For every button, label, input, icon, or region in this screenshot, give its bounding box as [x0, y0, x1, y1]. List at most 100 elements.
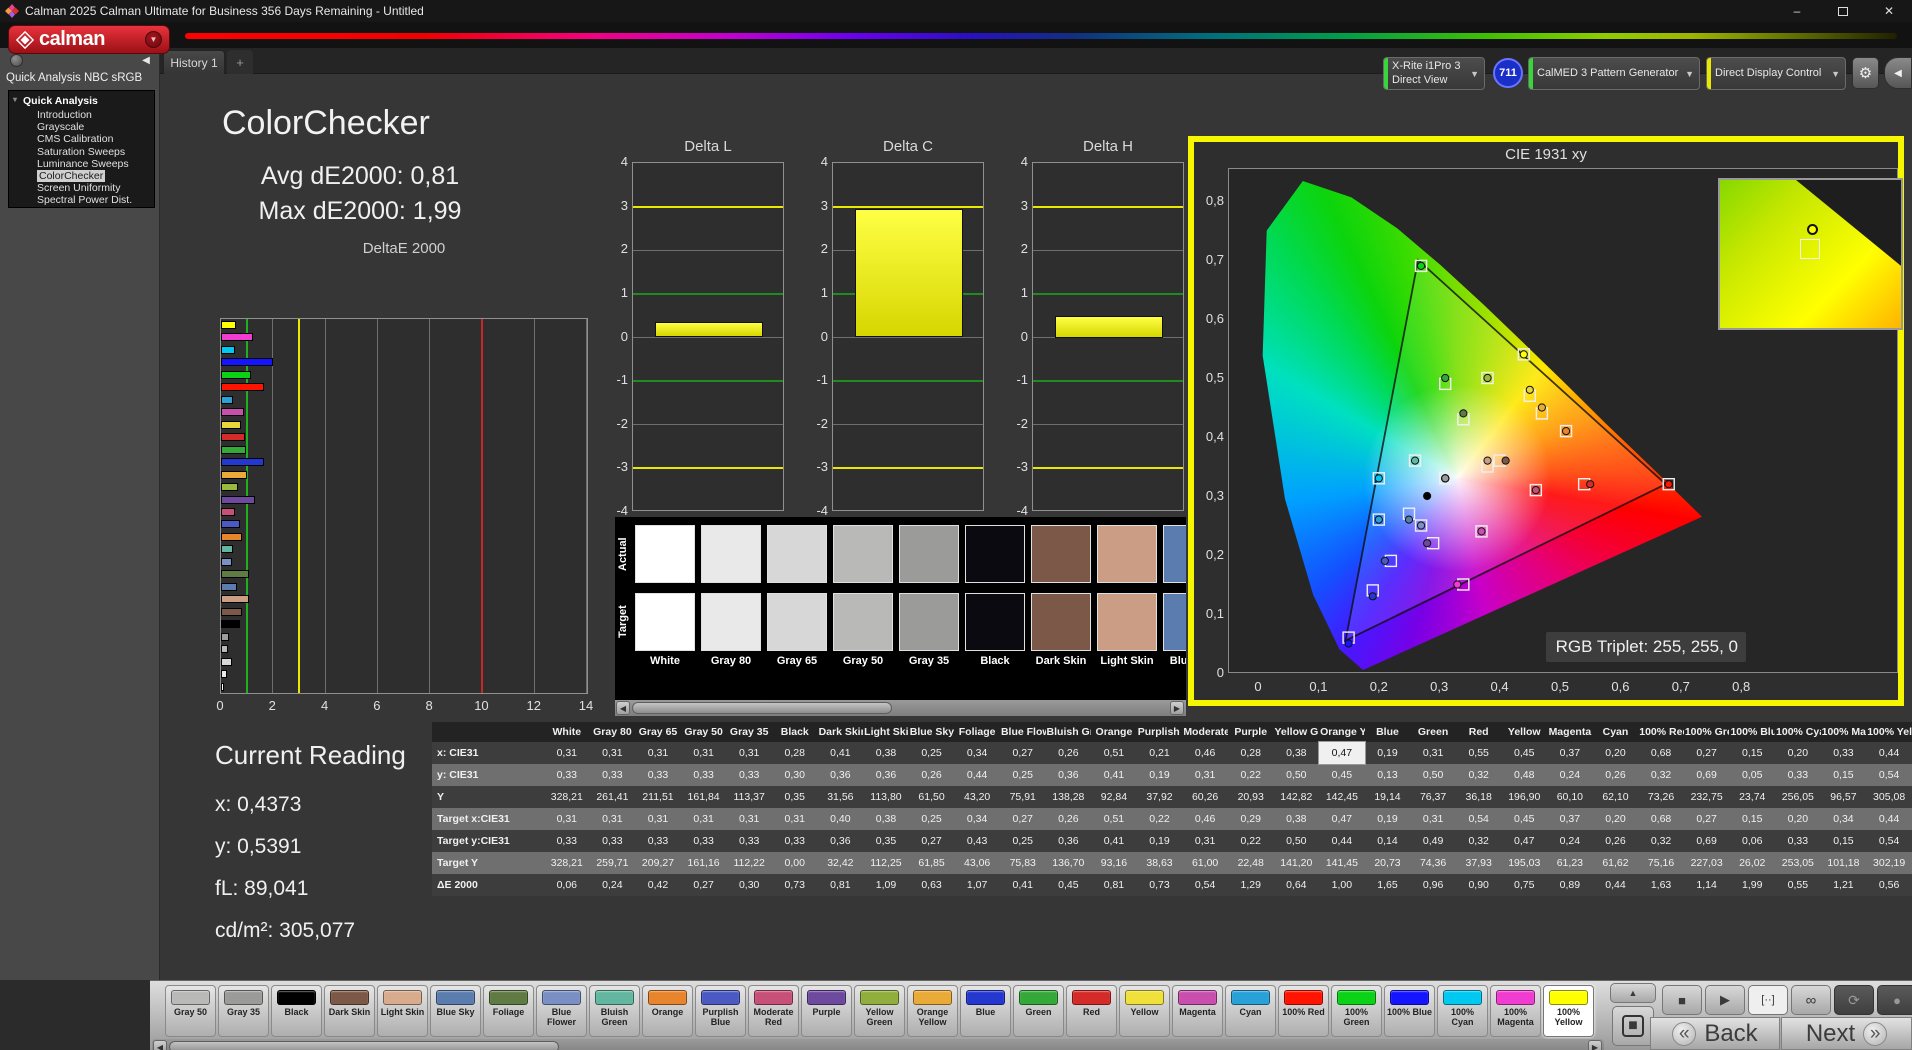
cell[interactable]: 0,34 — [954, 808, 1000, 830]
cell[interactable]: 0,27 — [1683, 808, 1730, 830]
cell[interactable]: 0,37 — [1547, 808, 1593, 830]
sidebar-item-luminance-sweeps[interactable]: Luminance Sweeps — [9, 158, 154, 170]
cell[interactable]: 1,07 — [954, 874, 1000, 896]
cell[interactable]: 0,30 — [726, 874, 772, 896]
pattern-generator-dropdown[interactable]: CalMED 3 Pattern Generator ▼ — [1528, 57, 1700, 90]
patch-button-red[interactable]: Red — [1066, 985, 1117, 1037]
sidebar-radio-button[interactable] — [10, 54, 23, 67]
tab-history-1[interactable]: History 1 — [163, 50, 225, 74]
cell[interactable]: 23,74 — [1729, 786, 1776, 808]
cell[interactable]: 261,41 — [589, 786, 636, 808]
scroll-right-icon[interactable]: ▶ — [1170, 701, 1184, 715]
cell[interactable]: 0,25 — [999, 764, 1046, 786]
cell[interactable]: 0,33 — [544, 830, 590, 852]
display-control-dropdown[interactable]: Direct Display Control ▼ — [1706, 57, 1846, 90]
cell[interactable]: 232,75 — [1683, 786, 1730, 808]
cell[interactable]: 0,26 — [1045, 808, 1092, 830]
cell[interactable]: 0,36 — [817, 764, 864, 786]
cell[interactable]: 0,25 — [908, 808, 955, 830]
sidebar-item-screen-uniformity[interactable]: Screen Uniformity — [9, 182, 154, 194]
cell[interactable]: 0,48 — [1501, 764, 1548, 786]
cell[interactable]: 0,21 — [1136, 742, 1183, 764]
cell[interactable]: 0,51 — [1091, 742, 1137, 764]
cell[interactable]: 93,16 — [1091, 852, 1137, 874]
cell[interactable]: 0,19 — [1136, 764, 1183, 786]
patch-button-foliage[interactable]: Foliage — [483, 985, 534, 1037]
cell[interactable]: 195,03 — [1501, 852, 1548, 874]
patch-button-100-green[interactable]: 100% Green — [1331, 985, 1382, 1037]
scroll-right-icon[interactable]: ▶ — [1588, 1040, 1602, 1050]
cell[interactable]: 0,15 — [1729, 808, 1776, 830]
cell[interactable]: 0,27 — [680, 874, 727, 896]
patch-button-gray-50[interactable]: Gray 50 — [165, 985, 216, 1037]
cell[interactable]: 141,45 — [1319, 852, 1365, 874]
cell[interactable]: 0,38 — [863, 808, 909, 830]
cell[interactable]: 328,21 — [544, 852, 590, 874]
cell[interactable]: 0,33 — [544, 764, 590, 786]
toolbar-scroll-thumb[interactable] — [169, 1041, 559, 1050]
minimize-button[interactable]: – — [1774, 0, 1820, 22]
cell[interactable]: 0,26 — [1592, 764, 1639, 786]
patch-button-orange-yellow[interactable]: Orange Yellow — [907, 985, 958, 1037]
cell[interactable]: 0,36 — [817, 830, 864, 852]
continuous-measure-button[interactable]: ∞ — [1791, 985, 1831, 1015]
cell[interactable]: 0,81 — [817, 874, 864, 896]
patch-button-magenta[interactable]: Magenta — [1172, 985, 1223, 1037]
cell[interactable]: 0,73 — [1136, 874, 1183, 896]
cell[interactable]: 0,20 — [1775, 742, 1821, 764]
cell[interactable]: 141,20 — [1273, 852, 1320, 874]
cell[interactable]: 0,20 — [1592, 808, 1639, 830]
tree-root-quick-analysis[interactable]: ▾ Quick Analysis — [9, 95, 154, 109]
cell[interactable]: 0,47 — [1318, 741, 1366, 765]
cell[interactable]: 138,28 — [1045, 786, 1092, 808]
cell[interactable]: 0,63 — [908, 874, 955, 896]
cell[interactable]: 0,68 — [1638, 742, 1684, 764]
cell[interactable]: 0,38 — [863, 742, 909, 764]
patch-button-light-skin[interactable]: Light Skin — [377, 985, 428, 1037]
cell[interactable]: 0,31 — [544, 808, 590, 830]
cell[interactable]: 112,25 — [863, 852, 909, 874]
cell[interactable]: 1,14 — [1683, 874, 1730, 896]
cell[interactable]: 0,47 — [1501, 830, 1548, 852]
scroll-left-icon[interactable]: ◀ — [153, 1040, 167, 1050]
cell[interactable]: 0,33 — [589, 764, 636, 786]
collapse-panel-button[interactable]: ◀ — [1884, 57, 1912, 89]
cell[interactable]: 61,50 — [908, 786, 955, 808]
cell[interactable]: 0,26 — [1045, 742, 1092, 764]
settings-button[interactable]: ⚙ — [1852, 57, 1879, 89]
cell[interactable]: 0,54 — [1866, 830, 1912, 852]
cell[interactable]: 0,33 — [1775, 764, 1821, 786]
cell[interactable]: 0,55 — [1775, 874, 1821, 896]
cell[interactable]: 0,32 — [1638, 830, 1684, 852]
cell[interactable]: 0,32 — [1638, 764, 1684, 786]
sidebar-item-introduction[interactable]: Introduction — [9, 109, 154, 121]
collapse-toolbar-button[interactable]: ▲ — [1610, 983, 1656, 1003]
cell[interactable]: 38,63 — [1136, 852, 1183, 874]
patch-button-100-yellow[interactable]: 100% Yellow — [1543, 985, 1594, 1037]
cell[interactable]: 26,02 — [1729, 852, 1776, 874]
cell[interactable]: 0,49 — [1410, 830, 1456, 852]
stop-measure-button[interactable]: ■ — [1662, 985, 1702, 1015]
cell[interactable]: 0,20 — [1592, 742, 1639, 764]
cell[interactable]: 0,06 — [544, 874, 590, 896]
sync-button[interactable]: ⟳ — [1834, 985, 1874, 1015]
cell[interactable]: 113,80 — [863, 786, 909, 808]
patch-button-cyan[interactable]: Cyan — [1225, 985, 1276, 1037]
cell[interactable]: 0,54 — [1455, 808, 1502, 830]
cell[interactable]: 0,15 — [1820, 830, 1867, 852]
cell[interactable]: 75,91 — [999, 786, 1046, 808]
cell[interactable]: 61,00 — [1182, 852, 1228, 874]
cell[interactable]: 142,45 — [1319, 786, 1365, 808]
cell[interactable]: 0,50 — [1410, 764, 1456, 786]
patch-button-purplish-blue[interactable]: Purplish Blue — [695, 985, 746, 1037]
cell[interactable]: 0,45 — [1501, 742, 1548, 764]
cell[interactable]: 0,45 — [1319, 764, 1365, 786]
patch-button-100-magenta[interactable]: 100% Magenta — [1490, 985, 1541, 1037]
calman-menu-button[interactable]: calman ▼ — [8, 25, 170, 54]
cell[interactable]: 0,33 — [1775, 830, 1821, 852]
cell[interactable]: 328,21 — [544, 786, 590, 808]
cell[interactable]: 0,33 — [680, 764, 727, 786]
cell[interactable]: 75,16 — [1638, 852, 1684, 874]
cell[interactable]: 31,56 — [817, 786, 864, 808]
cell[interactable]: 0,28 — [1227, 742, 1274, 764]
